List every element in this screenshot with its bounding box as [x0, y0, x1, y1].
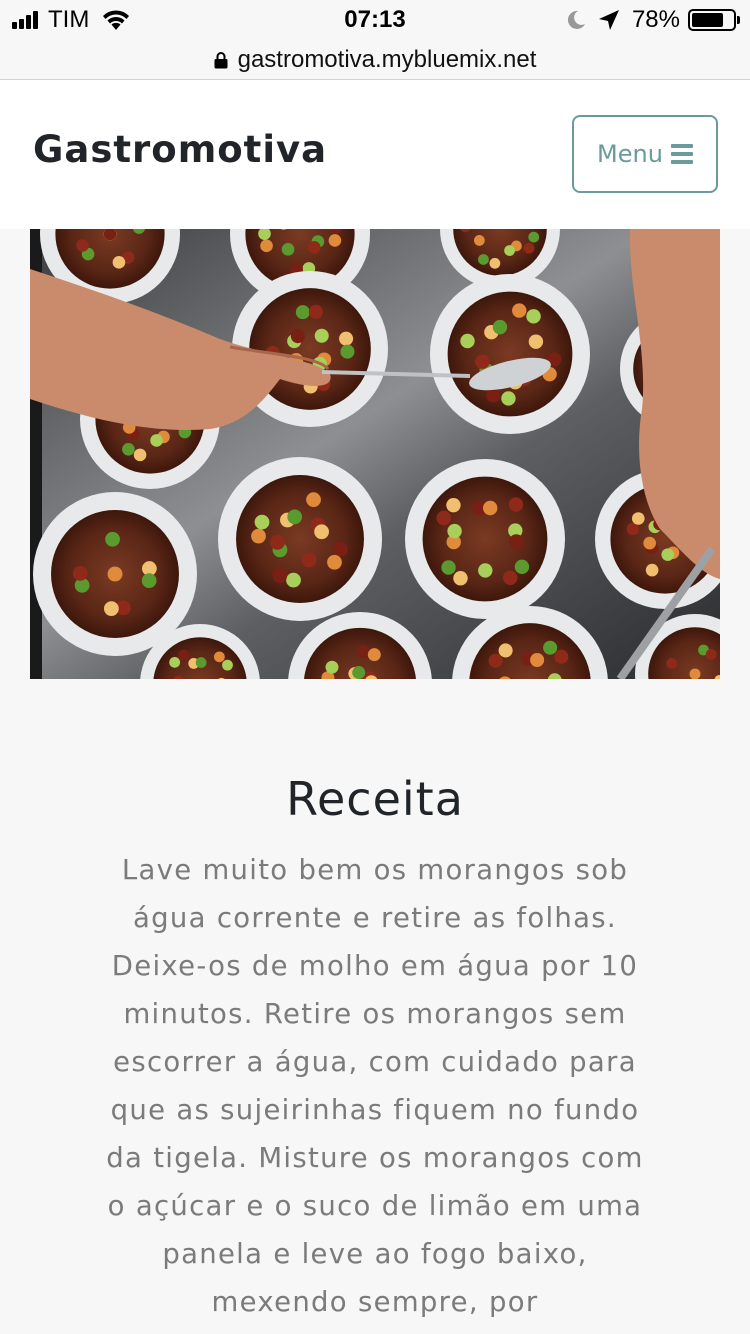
ingredient — [352, 666, 366, 679]
brand-logo-text[interactable]: Gastromotiva — [33, 128, 327, 171]
ingredient — [460, 333, 475, 349]
battery-icon — [688, 9, 740, 31]
lock-icon — [214, 51, 228, 68]
ingredient — [528, 231, 540, 243]
ingredient — [105, 531, 120, 547]
ingredient — [453, 571, 468, 586]
moon-icon — [567, 10, 585, 29]
ingredient — [482, 500, 498, 516]
ingredient — [661, 548, 675, 561]
bars-icon — [670, 144, 693, 164]
ingredient — [356, 645, 370, 659]
ingredient — [501, 391, 516, 406]
ingredient — [475, 354, 490, 369]
ingredient — [325, 660, 339, 674]
menu-label: Menu — [597, 140, 663, 168]
ingredient — [436, 510, 451, 526]
ingredient — [447, 523, 462, 539]
ingredient — [307, 240, 321, 254]
ingredient — [514, 559, 530, 575]
ingredient — [141, 573, 157, 589]
ingredient — [473, 235, 485, 246]
ingredient — [631, 512, 645, 525]
ingredient — [290, 329, 305, 344]
menu-button[interactable]: Menu — [572, 115, 718, 193]
recipe-body: Lave muito bem os morangos sob água corr… — [106, 854, 644, 1318]
ingredient — [150, 434, 163, 447]
ingredient — [339, 331, 354, 346]
ingredient — [178, 649, 189, 661]
ingredient — [498, 643, 513, 658]
address-bar[interactable]: gastromotiva.mybluemix.net — [0, 40, 750, 80]
ingredient — [502, 570, 518, 585]
ingredient — [446, 497, 461, 513]
hero-photo — [30, 229, 720, 679]
ingredient — [272, 567, 288, 583]
ingredient — [72, 566, 88, 581]
ingredient — [530, 652, 545, 668]
ingredient — [314, 524, 329, 540]
status-right: 78% — [566, 6, 740, 34]
ingredient — [314, 328, 329, 343]
ingredient — [478, 563, 493, 578]
ingredient — [260, 239, 273, 253]
ingredient — [488, 653, 503, 668]
ingredient — [689, 668, 701, 679]
ingredient — [543, 640, 558, 655]
url-text: gastromotiva.mybluemix.net — [237, 45, 537, 73]
ingredient — [554, 649, 569, 664]
battery-percent: 78% — [631, 6, 680, 33]
ingredient — [286, 572, 301, 588]
ingredient — [281, 243, 295, 256]
site-navbar: Gastromotiva Menu — [0, 80, 750, 229]
ingredient — [526, 309, 541, 324]
bowls-of-bean-stew-photo — [30, 229, 720, 679]
ingredient — [489, 257, 501, 269]
ingredient — [213, 651, 225, 663]
ingredient — [643, 536, 656, 550]
bean-stew — [422, 476, 548, 602]
ingredient — [523, 242, 535, 254]
ingredient — [509, 534, 524, 549]
ingredient — [332, 541, 348, 557]
ingredient — [512, 303, 527, 318]
ingredient — [103, 601, 119, 616]
battery-level — [692, 13, 724, 27]
ingredient — [478, 254, 489, 265]
ingredient — [504, 245, 515, 256]
ingredient — [441, 560, 456, 575]
recipe-title: Receita — [286, 772, 464, 826]
ingredient — [169, 656, 181, 668]
ingredient — [340, 344, 355, 359]
ingredient — [254, 514, 270, 530]
ingredient — [195, 657, 207, 668]
ingredient — [666, 658, 678, 669]
ingredient — [306, 492, 321, 508]
ingredient — [645, 563, 659, 577]
ingredient — [705, 648, 717, 660]
ingredient — [528, 334, 544, 349]
ingredient — [327, 554, 342, 570]
ingredient — [328, 234, 342, 247]
ingredient — [508, 497, 524, 512]
ingredient — [133, 448, 147, 462]
location-arrow-icon — [598, 10, 619, 30]
status-bar: TIM 07:13 78% — [0, 0, 750, 40]
ingredient — [107, 566, 123, 582]
ingredient — [308, 304, 323, 319]
ingredient — [492, 319, 508, 335]
ingredient — [270, 534, 285, 550]
ingredient — [287, 509, 303, 525]
ingredient — [367, 648, 381, 662]
ingredient — [295, 305, 310, 320]
ingredient — [122, 443, 135, 456]
ingredient — [76, 239, 89, 252]
ingredient — [112, 256, 126, 269]
ingredient — [222, 659, 233, 671]
ingredient — [251, 528, 266, 544]
ingredient — [301, 552, 317, 568]
